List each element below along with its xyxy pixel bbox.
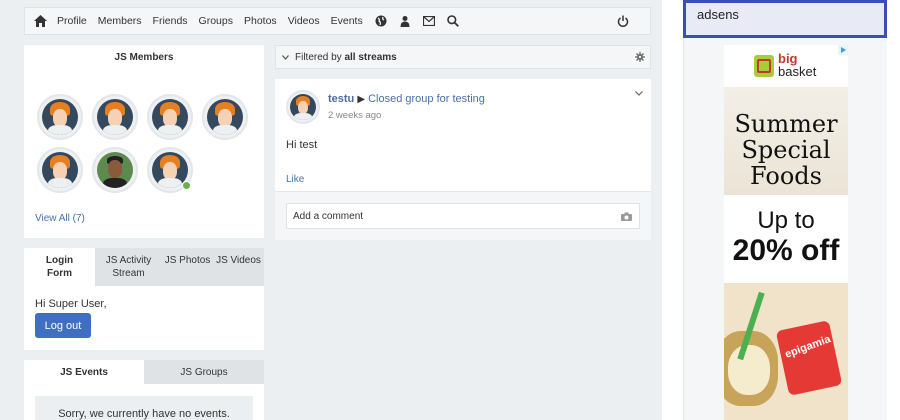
filter-prefix: Filtered by bbox=[295, 51, 345, 63]
post-body: Hi test bbox=[286, 139, 318, 151]
member-avatar[interactable] bbox=[37, 94, 83, 140]
nav-profile[interactable]: Profile bbox=[57, 15, 87, 27]
adsens-header: adsens bbox=[683, 0, 887, 38]
events-widget-tabs: JS Events JS Groups bbox=[24, 360, 264, 384]
gear-icon[interactable] bbox=[635, 52, 645, 62]
post-options-chevron-icon[interactable] bbox=[635, 91, 643, 96]
tab-videos[interactable]: JS Videos bbox=[213, 248, 264, 286]
like-link[interactable]: Like bbox=[286, 174, 304, 185]
ad-brand-bottom: basket bbox=[778, 64, 817, 79]
members-widget: JS Members View All (7) bbox=[24, 45, 264, 238]
post-header: testu ▶ Closed group for testing bbox=[328, 93, 485, 105]
stream-post: testu ▶ Closed group for testing 2 weeks… bbox=[275, 79, 651, 240]
post-timestamp[interactable]: 2 weeks ago bbox=[328, 110, 381, 121]
power-icon[interactable] bbox=[616, 14, 630, 28]
tab-login-form[interactable]: Login Form bbox=[24, 248, 95, 286]
ad-headline-line: Special bbox=[741, 136, 831, 164]
ad-headline: Summer Special Foods bbox=[724, 111, 848, 189]
camera-icon[interactable] bbox=[621, 212, 632, 221]
login-widget-tabs: Login Form JS Activity Stream JS Photos … bbox=[24, 248, 264, 286]
view-all-members-link[interactable]: View All (7) bbox=[35, 213, 85, 224]
filter-value: all streams bbox=[344, 51, 397, 63]
tab-groups[interactable]: JS Groups bbox=[144, 360, 264, 384]
comment-input[interactable]: Add a comment bbox=[286, 203, 640, 229]
mail-icon[interactable] bbox=[422, 14, 436, 28]
no-events-message: Sorry, we currently have no events. bbox=[35, 396, 253, 420]
nav-friends[interactable]: Friends bbox=[153, 15, 188, 27]
ad-offer-line1: Up to bbox=[757, 207, 815, 234]
member-avatar[interactable] bbox=[202, 94, 248, 140]
tab-activity-stream[interactable]: JS Activity Stream bbox=[95, 248, 162, 286]
nav-photos[interactable]: Photos bbox=[244, 15, 277, 27]
user-add-icon[interactable] bbox=[398, 14, 412, 28]
post-author-link[interactable]: testu bbox=[328, 93, 354, 105]
ad-brand-area: big basket bbox=[724, 45, 848, 87]
ad-banner[interactable]: big basket Summer Special Foods Up to 20… bbox=[724, 45, 848, 420]
home-icon[interactable] bbox=[33, 14, 47, 28]
ad-headline-line: Summer bbox=[734, 110, 838, 138]
coconut-inner bbox=[728, 345, 770, 395]
arrow-icon: ▶ bbox=[357, 94, 366, 105]
nav-events[interactable]: Events bbox=[331, 15, 363, 27]
nav-videos[interactable]: Videos bbox=[288, 15, 320, 27]
nav-groups[interactable]: Groups bbox=[199, 15, 233, 27]
greeting-text: Hi Super User, bbox=[35, 298, 107, 310]
tab-photos[interactable]: JS Photos bbox=[162, 248, 213, 286]
stream-filter-bar[interactable]: Filtered by all streams bbox=[275, 45, 651, 69]
members-title: JS Members bbox=[114, 52, 174, 63]
events-widget: JS Events JS Groups Sorry, we currently … bbox=[24, 360, 264, 420]
member-avatar[interactable] bbox=[147, 94, 193, 140]
nav-members[interactable]: Members bbox=[98, 15, 142, 27]
comment-placeholder: Add a comment bbox=[293, 210, 364, 222]
ad-product-image: epigamia bbox=[724, 283, 848, 420]
top-navbar: Profile Members Friends Groups Photos Vi… bbox=[24, 7, 651, 35]
ad-offer-line2: 20% off bbox=[732, 234, 840, 267]
chevron-down-icon bbox=[282, 54, 289, 60]
adchoices-icon[interactable] bbox=[838, 45, 848, 55]
member-avatar-photo[interactable] bbox=[92, 147, 138, 193]
logout-button[interactable]: Log out bbox=[35, 313, 91, 338]
online-status-dot bbox=[182, 181, 191, 190]
login-widget: Login Form JS Activity Stream JS Photos … bbox=[24, 248, 264, 350]
tab-events[interactable]: JS Events bbox=[24, 360, 144, 384]
member-avatar[interactable] bbox=[37, 147, 83, 193]
bigbasket-logo-mark bbox=[757, 59, 771, 73]
member-avatar[interactable] bbox=[92, 94, 138, 140]
globe-icon[interactable] bbox=[374, 14, 388, 28]
search-icon[interactable] bbox=[446, 14, 460, 28]
post-group-link[interactable]: Closed group for testing bbox=[368, 93, 485, 105]
ad-headline-line: Foods bbox=[750, 162, 822, 190]
post-author-avatar[interactable] bbox=[286, 90, 320, 124]
